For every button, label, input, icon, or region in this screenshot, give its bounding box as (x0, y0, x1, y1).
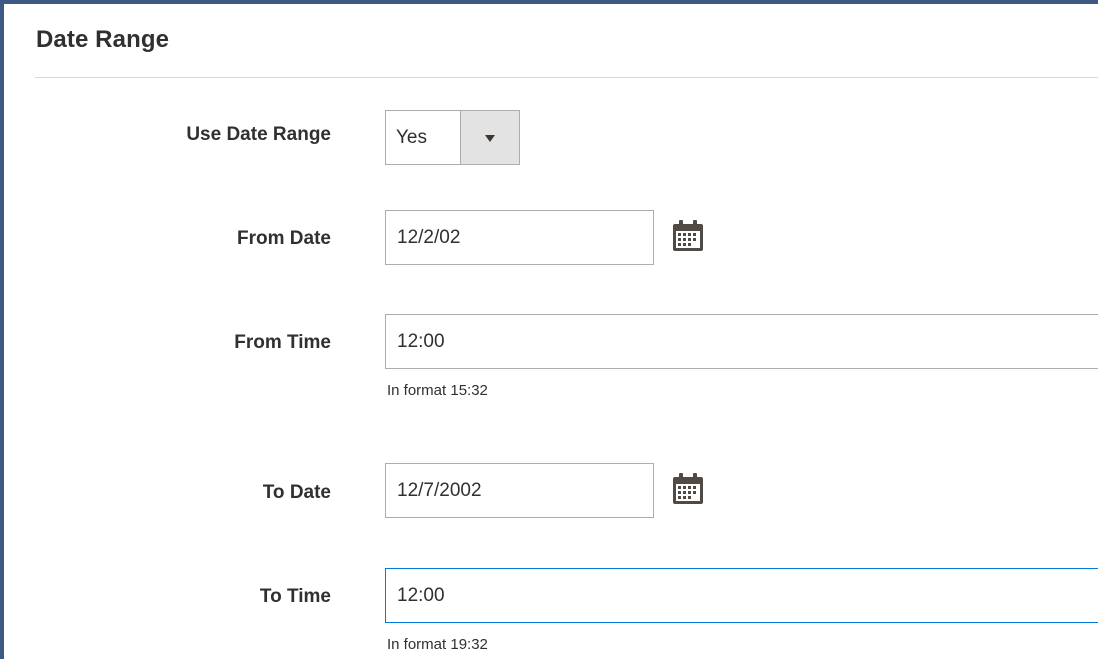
from-date-label: From Date (237, 228, 331, 249)
to-time-format-note: In format 19:32 (387, 636, 488, 653)
section-title: Date Range (36, 26, 170, 53)
to-date-calendar-button[interactable] (670, 471, 706, 507)
to-date-input[interactable]: 12/7/2002 (385, 463, 654, 518)
calendar-icon (673, 473, 703, 504)
select-toggle[interactable] (460, 111, 519, 164)
to-time-input[interactable]: 12:00 (385, 568, 1098, 623)
from-date-input[interactable]: 12/2/02 (385, 210, 654, 265)
use-date-range-value: Yes (396, 127, 427, 148)
use-date-range-label: Use Date Range (186, 124, 331, 145)
to-time-label: To Time (259, 586, 331, 607)
section-divider (35, 77, 1098, 78)
to-date-label: To Date (262, 482, 331, 503)
from-time-label: From Time (234, 332, 331, 353)
date-range-panel: Date Range Use Date Range Yes From Date … (0, 0, 1098, 659)
use-date-range-select[interactable]: Yes (385, 110, 520, 165)
from-time-input[interactable]: 12:00 (385, 314, 1098, 369)
from-time-format-note: In format 15:32 (387, 382, 488, 399)
calendar-icon (673, 220, 703, 251)
chevron-down-icon (485, 135, 495, 142)
from-date-calendar-button[interactable] (670, 218, 706, 254)
